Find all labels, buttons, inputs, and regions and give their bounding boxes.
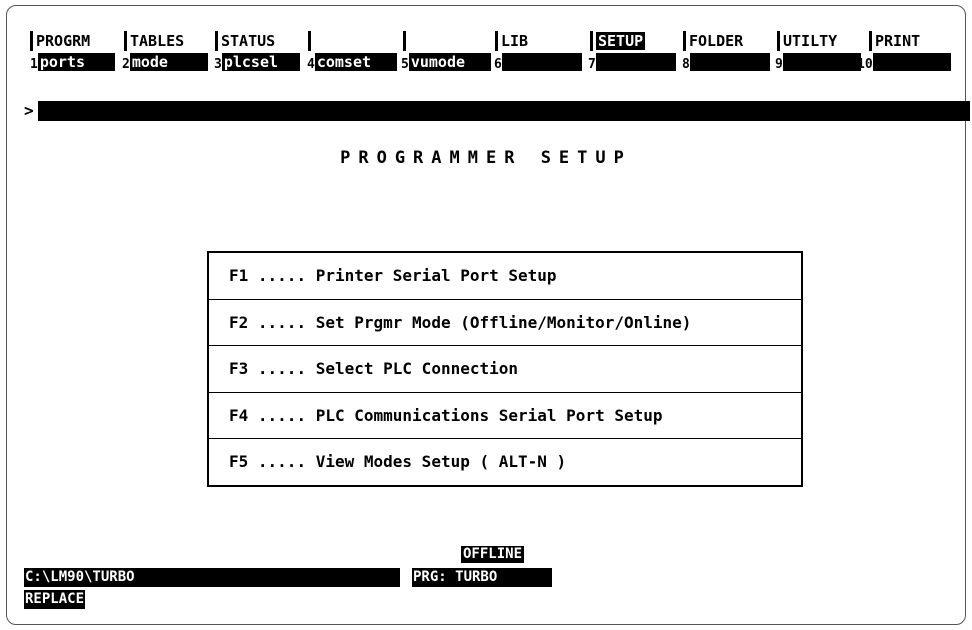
menu-lib[interactable]: LIB (495, 31, 528, 51)
menu-setup[interactable]: SETUP (590, 31, 646, 51)
menu-status[interactable]: STATUS (215, 31, 275, 51)
softkey-9[interactable]: 9 (775, 53, 861, 73)
softkey-7[interactable]: 7 (588, 53, 676, 73)
menu-tables[interactable]: TABLES (124, 31, 184, 51)
menu-blank-5[interactable] (403, 31, 409, 51)
softkey-10[interactable]: 10 (857, 53, 951, 73)
option-f4-plc-comm-serial-port-setup[interactable]: F4 ..... PLC Communications Serial Port … (209, 393, 801, 439)
menu-progrm[interactable]: PROGRM (30, 31, 90, 51)
option-f1-printer-serial-port-setup[interactable]: F1 ..... Printer Serial Port Setup (209, 253, 801, 300)
status-edit-mode: REPLACE (24, 590, 86, 609)
softkey-3-plcsel[interactable]: 3 plcsel (214, 53, 300, 73)
option-f3-select-plc-connection[interactable]: F3 ..... Select PLC Connection (209, 346, 801, 393)
option-f2-set-prgmr-mode[interactable]: F2 ..... Set Prgmr Mode (Offline/Monitor… (209, 300, 801, 346)
status-program: PRG: TURBO (412, 568, 552, 587)
status-offline-badge: OFFLINE (461, 546, 525, 563)
menu-utilty[interactable]: UTILTY (777, 31, 837, 51)
softkey-8[interactable]: 8 (682, 53, 770, 73)
option-f5-view-modes-setup[interactable]: F5 ..... View Modes Setup ( ALT-N ) (209, 439, 801, 486)
menu-print[interactable]: PRINT (869, 31, 920, 51)
command-input[interactable] (38, 101, 970, 121)
softkey-6[interactable]: 6 (494, 53, 582, 73)
setup-options-menu: F1 ..... Printer Serial Port Setup F2 ..… (207, 251, 803, 487)
softkey-1-ports[interactable]: 1 ports (30, 53, 115, 73)
softkey-5-vumode[interactable]: 5 vumode (401, 53, 491, 73)
page-title: PROGRAMMER SETUP (340, 148, 632, 168)
softkey-4-comset[interactable]: 4 comset (307, 53, 397, 73)
menu-folder[interactable]: FOLDER (683, 31, 743, 51)
command-line[interactable]: > (24, 100, 970, 122)
status-path: C:\LM90\TURBO (24, 568, 400, 587)
softkey-2-mode[interactable]: 2 mode (122, 53, 208, 73)
menu-blank-4[interactable] (308, 31, 314, 51)
